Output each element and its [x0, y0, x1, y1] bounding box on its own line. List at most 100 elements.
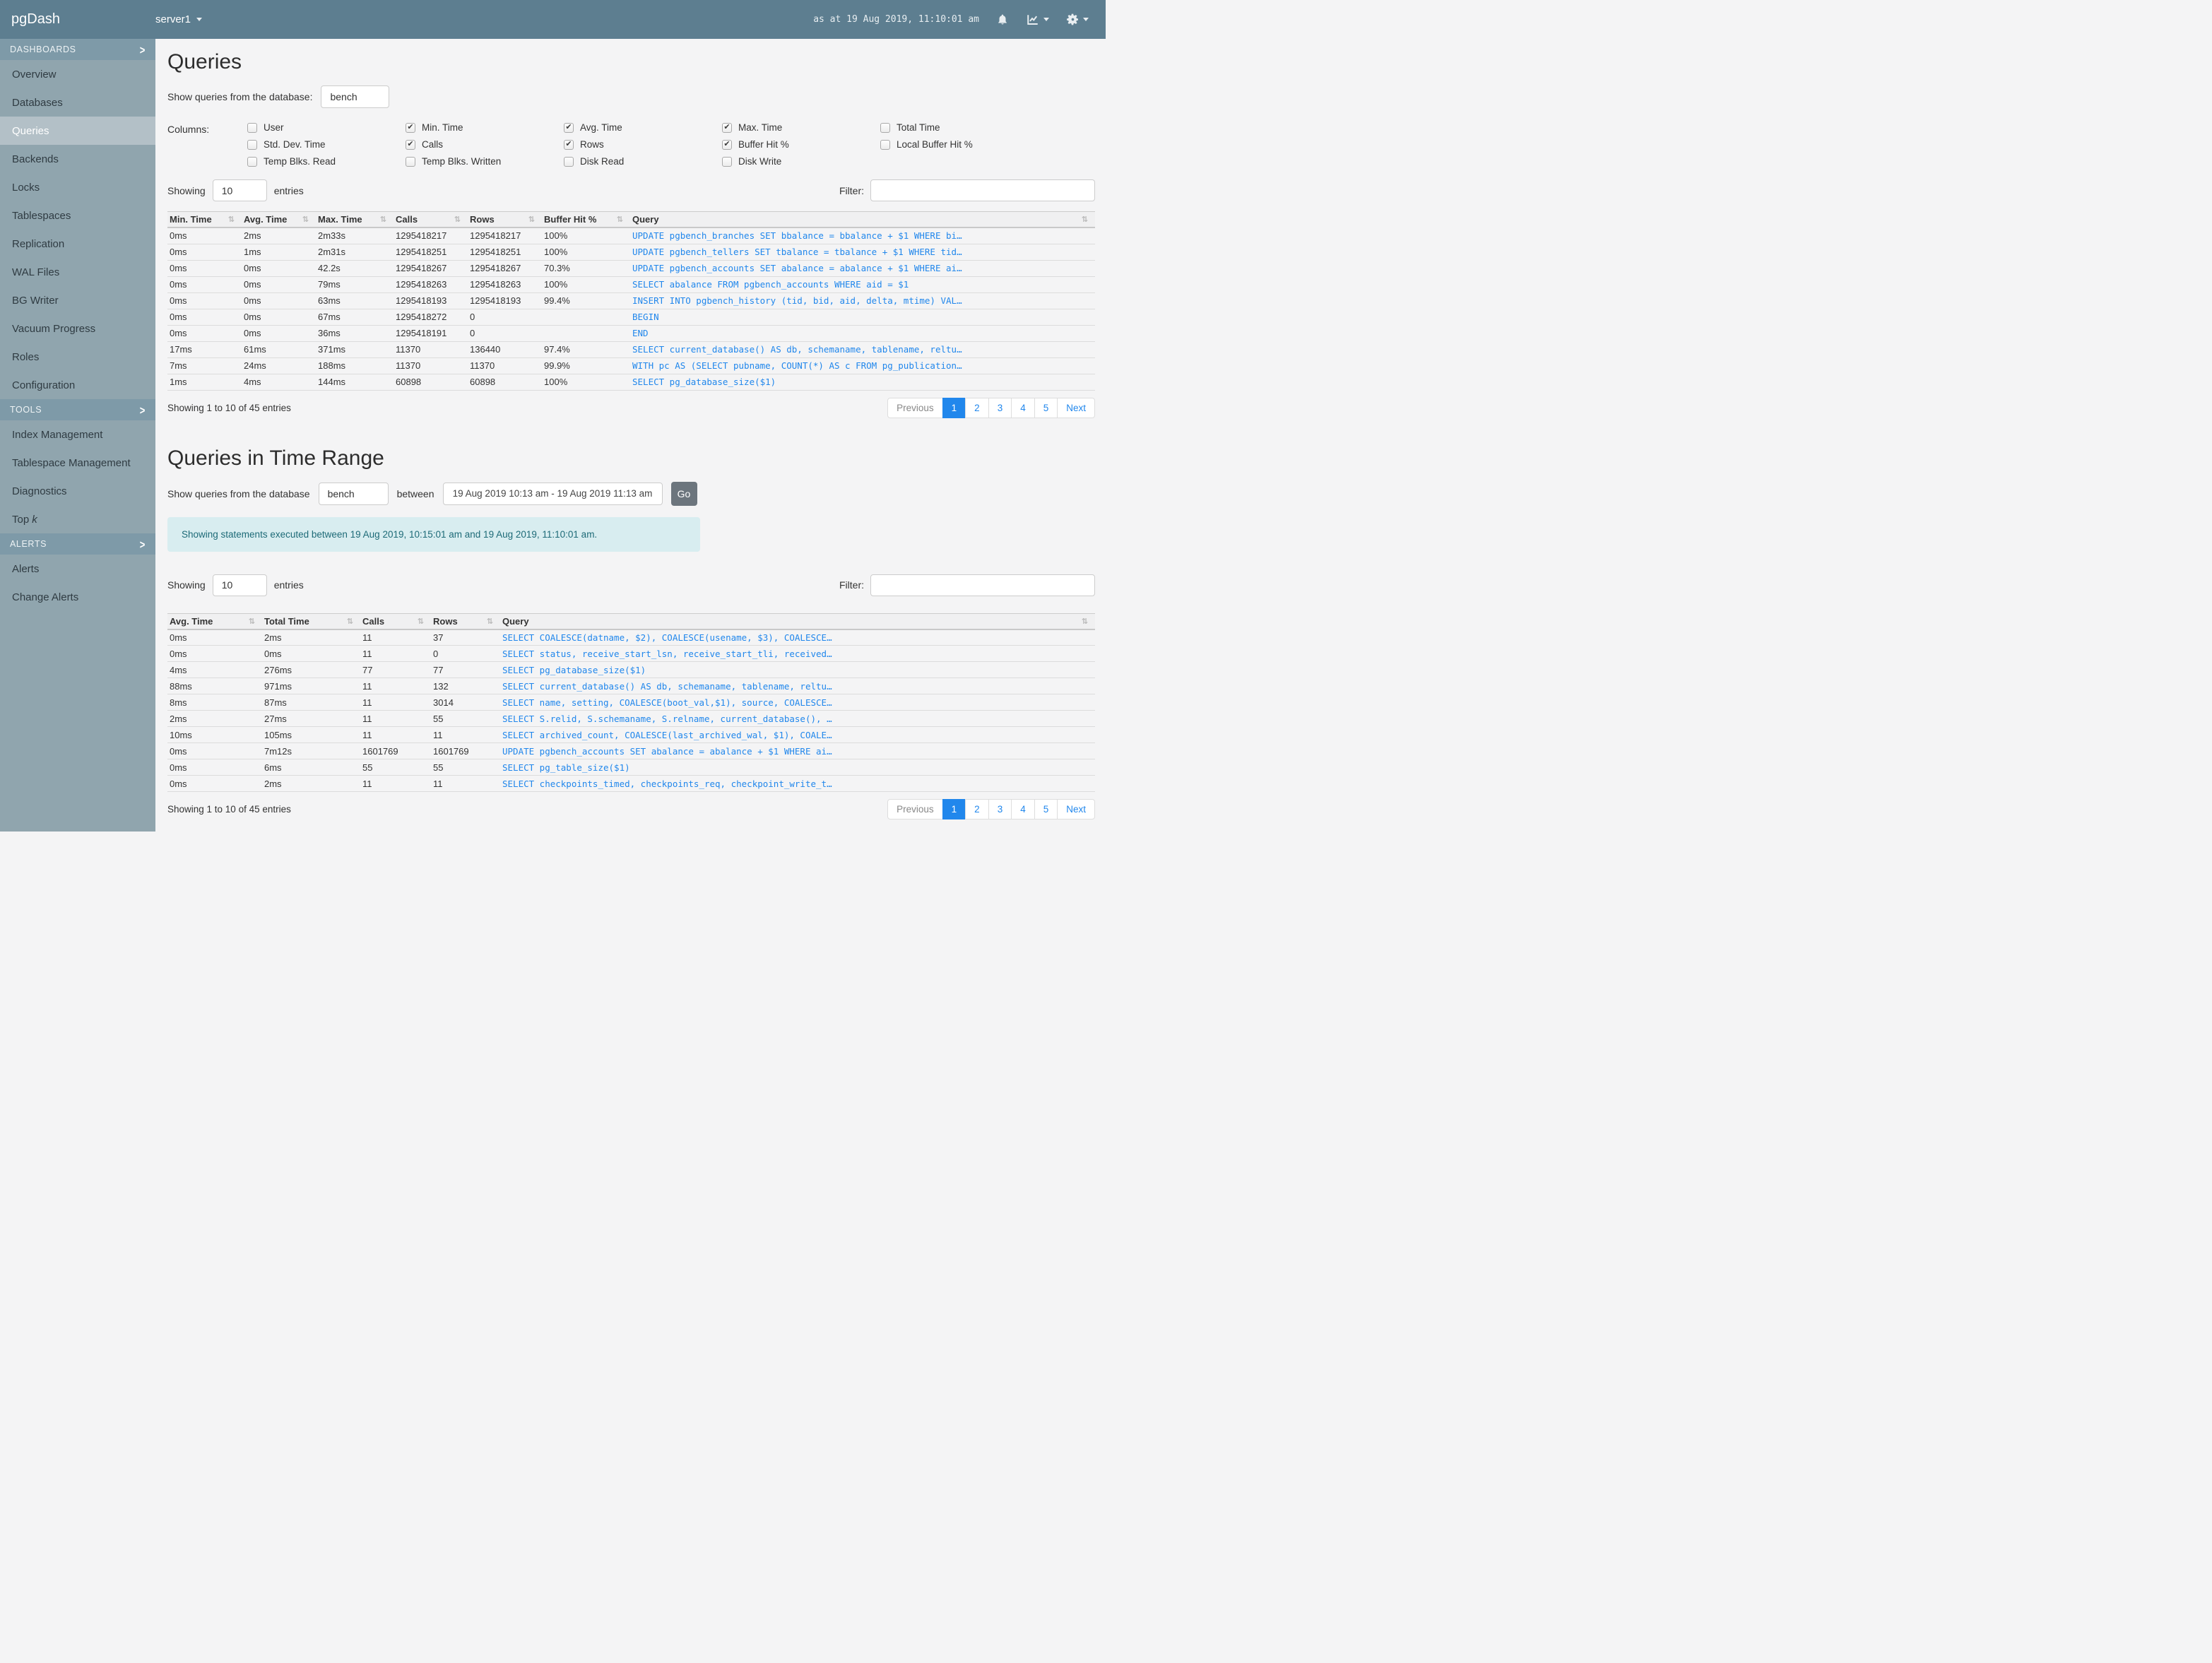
column-header-avg-time[interactable]: Avg. Time ⇅ [242, 211, 316, 228]
sidebar-item-locks[interactable]: Locks [0, 173, 155, 201]
go-button[interactable]: Go [670, 481, 697, 506]
query-link[interactable]: SELECT name, setting, COALESCE(boot_val,… [502, 697, 832, 708]
sidebar-item-queries[interactable]: Queries [0, 117, 155, 145]
date-range-input[interactable] [442, 482, 663, 505]
column-header-min-time[interactable]: Min. Time ⇅ [167, 211, 242, 228]
checkbox-box[interactable] [247, 139, 257, 150]
checkbox-disk-write[interactable]: Disk Write [722, 156, 880, 167]
checkbox-avg-time[interactable]: ✔ Avg. Time [564, 122, 722, 133]
pagination-page-1[interactable]: 1 [942, 397, 966, 418]
pagination-page-5[interactable]: 5 [1034, 799, 1058, 819]
checkbox-box[interactable] [880, 139, 890, 150]
checkbox-disk-read[interactable]: Disk Read [564, 156, 722, 167]
checkbox-box[interactable]: ✔ [564, 122, 574, 133]
pagination-page-4[interactable]: 4 [1011, 799, 1035, 819]
checkbox-box[interactable]: ✔ [406, 139, 415, 150]
sidebar-item-wal-files[interactable]: WAL Files [0, 258, 155, 286]
column-header-rows[interactable]: Rows ⇅ [468, 211, 542, 228]
query-link[interactable]: SELECT current_database() AS db, scheman… [502, 681, 832, 692]
sidebar-item-databases[interactable]: Databases [0, 88, 155, 117]
column-header-avg-time[interactable]: Avg. Time ⇅ [167, 613, 262, 630]
entries-count-input[interactable] [212, 574, 267, 596]
query-link[interactable]: INSERT INTO pgbench_history (tid, bid, a… [632, 295, 962, 306]
query-link[interactable]: SELECT S.relid, S.schemaname, S.relname,… [502, 714, 832, 724]
checkbox-temp-blks-written[interactable]: Temp Blks. Written [406, 156, 564, 167]
sidebar-item-alerts[interactable]: Alerts [0, 555, 155, 583]
sidebar-section-tools[interactable]: TOOLS > [0, 399, 155, 420]
charts-menu-button[interactable] [1026, 13, 1049, 26]
pagination-previous[interactable]: Previous [887, 799, 943, 819]
checkbox-box[interactable]: ✔ [564, 139, 574, 150]
pagination-page-4[interactable]: 4 [1011, 397, 1035, 418]
database-input[interactable] [321, 85, 390, 108]
query-link[interactable]: SELECT abalance FROM pgbench_accounts WH… [632, 279, 909, 290]
checkbox-max-time[interactable]: ✔ Max. Time [722, 122, 880, 133]
query-link[interactable]: SELECT status, receive_start_lsn, receiv… [502, 649, 832, 659]
sidebar-item-index-management[interactable]: Index Management [0, 420, 155, 449]
checkbox-box[interactable] [722, 156, 732, 167]
checkbox-user[interactable]: User [247, 122, 406, 133]
pagination-previous[interactable]: Previous [887, 397, 943, 418]
sidebar-item-tablespaces[interactable]: Tablespaces [0, 201, 155, 230]
sidebar-section-dashboards[interactable]: DASHBOARDS > [0, 39, 155, 60]
entries-count-input[interactable] [212, 179, 267, 201]
sidebar-item-overview[interactable]: Overview [0, 60, 155, 88]
sidebar-item-roles[interactable]: Roles [0, 343, 155, 371]
checkbox-temp-blks-read[interactable]: Temp Blks. Read [247, 156, 406, 167]
sidebar-item-bg-writer[interactable]: BG Writer [0, 286, 155, 314]
query-link[interactable]: BEGIN [632, 312, 659, 322]
column-header-query[interactable]: Query ⇅ [500, 613, 1095, 630]
query-link[interactable]: SELECT pg_table_size($1) [502, 762, 630, 773]
settings-menu-button[interactable] [1066, 13, 1089, 26]
sidebar-item-change-alerts[interactable]: Change Alerts [0, 583, 155, 611]
column-header-calls[interactable]: Calls ⇅ [394, 211, 468, 228]
query-link[interactable]: SELECT COALESCE(datname, $2), COALESCE(u… [502, 632, 832, 643]
sidebar-item-replication[interactable]: Replication [0, 230, 155, 258]
checkbox-box[interactable] [247, 156, 257, 167]
sidebar-item-top-k[interactable]: Top k [0, 505, 155, 533]
query-link[interactable]: SELECT archived_count, COALESCE(last_arc… [502, 730, 832, 740]
pagination-next[interactable]: Next [1057, 799, 1095, 819]
checkbox-box[interactable] [247, 122, 257, 133]
sidebar-item-vacuum-progress[interactable]: Vacuum Progress [0, 314, 155, 343]
checkbox-buffer-hit[interactable]: ✔ Buffer Hit % [722, 139, 880, 150]
checkbox-total-time[interactable]: Total Time [880, 122, 1039, 133]
checkbox-std-dev-time[interactable]: Std. Dev. Time [247, 139, 406, 150]
pagination-page-3[interactable]: 3 [988, 397, 1012, 418]
pagination-page-5[interactable]: 5 [1034, 397, 1058, 418]
query-link[interactable]: SELECT pg_database_size($1) [502, 665, 646, 675]
column-header-rows[interactable]: Rows ⇅ [431, 613, 500, 630]
checkbox-box[interactable] [406, 156, 415, 167]
checkbox-box[interactable]: ✔ [722, 122, 732, 133]
query-link[interactable]: SELECT checkpoints_timed, checkpoints_re… [502, 779, 832, 789]
pagination-page-2[interactable]: 2 [965, 799, 989, 819]
query-link[interactable]: UPDATE pgbench_tellers SET tbalance = tb… [632, 247, 962, 257]
pagination-next[interactable]: Next [1057, 397, 1095, 418]
sidebar-item-backends[interactable]: Backends [0, 145, 155, 173]
query-link[interactable]: UPDATE pgbench_accounts SET abalance = a… [632, 263, 962, 273]
checkbox-box[interactable]: ✔ [722, 139, 732, 150]
sidebar-item-configuration[interactable]: Configuration [0, 371, 155, 399]
query-link[interactable]: UPDATE pgbench_branches SET bbalance = b… [632, 230, 962, 241]
server-selector[interactable]: server1 [155, 13, 203, 25]
sidebar-item-diagnostics[interactable]: Diagnostics [0, 477, 155, 505]
pagination-page-3[interactable]: 3 [988, 799, 1012, 819]
checkbox-min-time[interactable]: ✔ Min. Time [406, 122, 564, 133]
query-link[interactable]: SELECT current_database() AS db, scheman… [632, 344, 962, 355]
range-database-input[interactable] [318, 482, 389, 505]
column-header-max-time[interactable]: Max. Time ⇅ [316, 211, 394, 228]
column-header-buffer-hit[interactable]: Buffer Hit % ⇅ [542, 211, 630, 228]
column-header-query[interactable]: Query ⇅ [630, 211, 1095, 228]
column-header-calls[interactable]: Calls ⇅ [360, 613, 431, 630]
pagination-page-2[interactable]: 2 [965, 397, 989, 418]
checkbox-box[interactable] [564, 156, 574, 167]
column-header-total-time[interactable]: Total Time ⇅ [262, 613, 360, 630]
checkbox-calls[interactable]: ✔ Calls [406, 139, 564, 150]
checkbox-box[interactable]: ✔ [406, 122, 415, 133]
checkbox-rows[interactable]: ✔ Rows [564, 139, 722, 150]
query-link[interactable]: END [632, 328, 649, 338]
query-link[interactable]: SELECT pg_database_size($1) [632, 377, 776, 387]
filter-input[interactable] [870, 574, 1095, 596]
sidebar-item-tablespace-management[interactable]: Tablespace Management [0, 449, 155, 477]
pagination-page-1[interactable]: 1 [942, 799, 966, 819]
